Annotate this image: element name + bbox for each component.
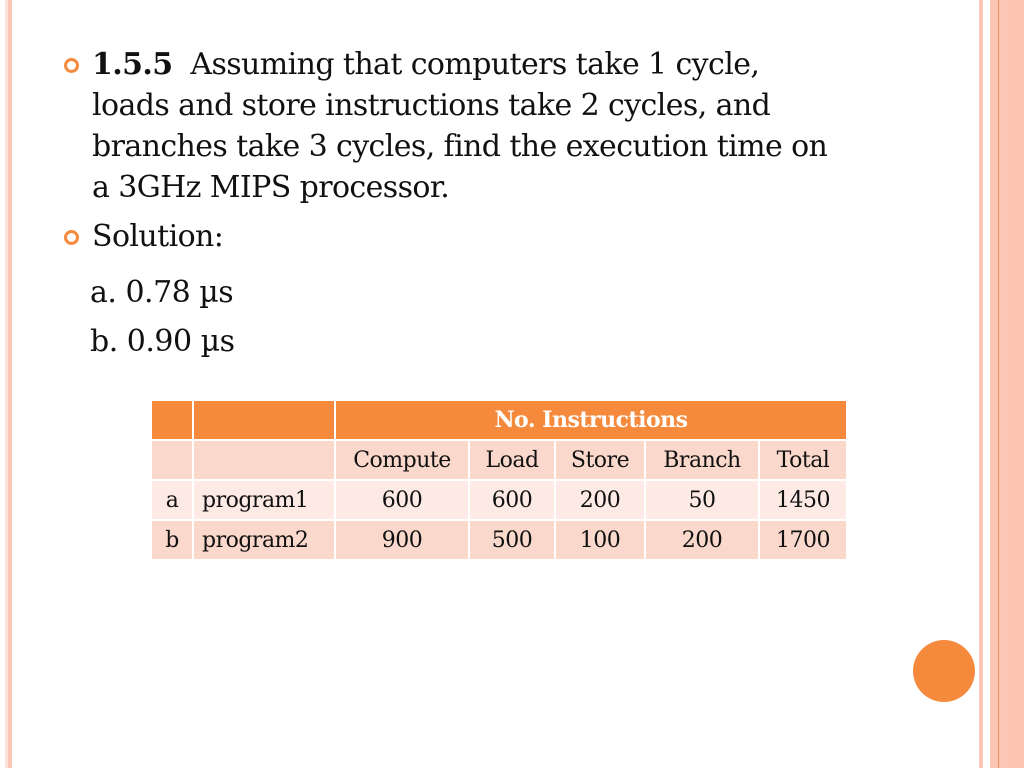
column-header: Store <box>556 441 644 479</box>
cell: 600 <box>336 481 468 519</box>
cell: 500 <box>470 521 554 559</box>
cell: 50 <box>646 481 758 519</box>
bullet-ring-icon <box>64 58 79 73</box>
header-cell-empty <box>152 441 192 479</box>
header-cell-empty <box>194 441 334 479</box>
header-cell-empty <box>152 401 192 439</box>
column-header: Total <box>760 441 846 479</box>
question-number: 1.5.5 <box>92 47 173 82</box>
right-border-line <box>998 0 999 768</box>
answer-b: b. 0.90 µs <box>90 324 235 359</box>
question-line: Assuming that computers take 1 cycle, <box>190 47 760 82</box>
column-header-row: Compute Load Store Branch Total <box>152 441 846 479</box>
cell: 100 <box>556 521 644 559</box>
answer-a: a. 0.78 µs <box>90 275 234 310</box>
row-name: program2 <box>194 521 334 559</box>
column-header: Compute <box>336 441 468 479</box>
row-name: program1 <box>194 481 334 519</box>
answers: a. 0.78 µs b. 0.90 µs <box>90 268 235 366</box>
cell: 1450 <box>760 481 846 519</box>
table-row: b program2 900 500 100 200 1700 <box>152 521 846 559</box>
table-row: a program1 600 600 200 50 1450 <box>152 481 846 519</box>
left-border-stripe <box>8 0 12 768</box>
cell: 900 <box>336 521 468 559</box>
bullet-list: 1.5.5 Assuming that computers take 1 cyc… <box>62 44 922 257</box>
column-header: Load <box>470 441 554 479</box>
question-line: branches take 3 cycles, find the executi… <box>92 129 828 164</box>
cell: 600 <box>470 481 554 519</box>
instructions-table: No. Instructions Compute Load Store Bran… <box>150 399 848 561</box>
cell: 200 <box>556 481 644 519</box>
group-header: No. Instructions <box>336 401 846 439</box>
row-id: b <box>152 521 192 559</box>
right-border-stripe <box>979 0 983 768</box>
cell: 200 <box>646 521 758 559</box>
row-id: a <box>152 481 192 519</box>
decorative-circle <box>913 640 975 702</box>
question-line: loads and store instructions take 2 cycl… <box>92 88 771 123</box>
solution-label: Solution: <box>92 219 224 254</box>
bullet-ring-icon <box>64 230 79 245</box>
bullet-solution: Solution: <box>62 216 922 257</box>
cell: 1700 <box>760 521 846 559</box>
question-line: a 3GHz MIPS processor. <box>92 170 450 205</box>
bullet-question: 1.5.5 Assuming that computers take 1 cyc… <box>62 44 922 208</box>
header-cell-empty <box>194 401 334 439</box>
column-header: Branch <box>646 441 758 479</box>
right-border-band <box>1008 0 1024 768</box>
table-header-row: No. Instructions <box>152 401 846 439</box>
